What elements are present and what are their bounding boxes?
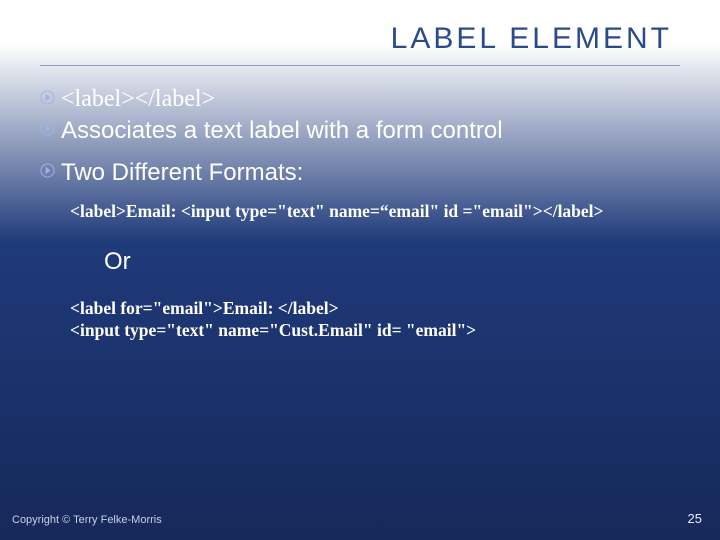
slide-title: LABEL ELEMENT [391,22,672,56]
bullet-arrow-icon [40,90,55,105]
or-separator: Or [104,248,680,276]
code-line: <input type="text" name="Cust.Email" id=… [70,320,680,342]
code-line: <label for="email">Email: </label> [70,298,680,320]
title-underline [40,65,680,66]
bullet-item: Two Different Formats: [40,159,680,187]
bullet-item: Associates a text label with a form cont… [40,117,680,145]
bullet-text: Associates a text label with a form cont… [61,117,503,145]
code-example-1: <label>Email: <input type="text" name=“e… [70,201,680,222]
bullet-arrow-icon [40,121,55,136]
bullet-item: <label></label> [40,86,680,113]
bullet-text: Two Different Formats: [61,159,303,187]
slide-body: <label></label> Associates a text label … [40,86,680,342]
footer-copyright: Copyright © Terry Felke-Morris [12,514,162,526]
bullet-arrow-icon [40,163,55,178]
page-number: 25 [688,511,702,526]
bullet-text: <label></label> [61,86,215,113]
code-example-2: <label for="email">Email: </label> <inpu… [70,298,680,342]
slide: LABEL ELEMENT <label></label> Associates… [0,0,720,540]
